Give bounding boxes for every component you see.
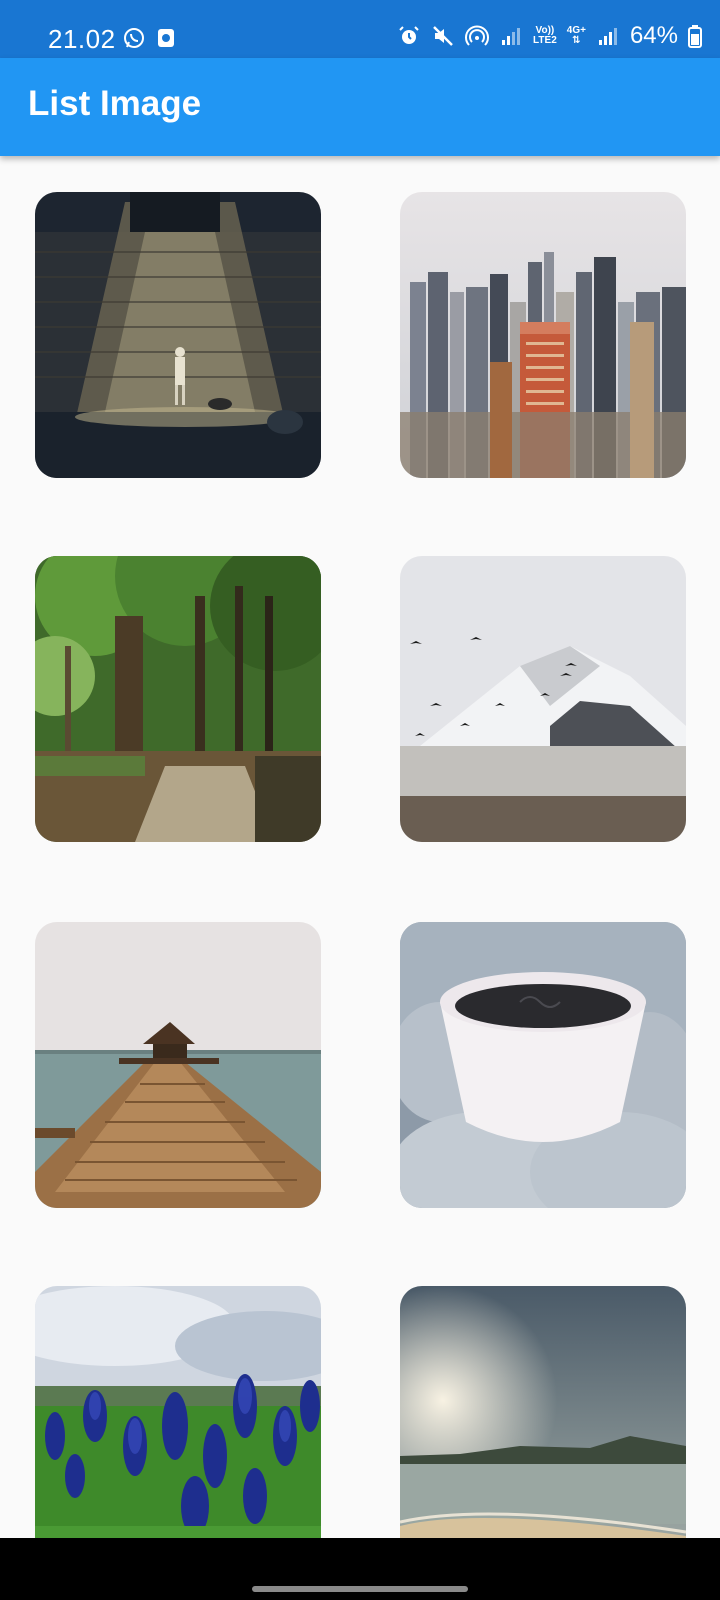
gesture-handle[interactable] (252, 1586, 468, 1592)
data-arrows-icon: ⇅ (572, 35, 581, 46)
battery-icon (688, 24, 702, 48)
network-bottom: LTE2 (533, 35, 557, 46)
image-tile[interactable] (35, 1286, 321, 1538)
image-tile[interactable] (35, 556, 321, 842)
network-gen-badge: 4G+ ⇅ (567, 26, 586, 46)
signal-icon (596, 24, 620, 48)
whatsapp-icon (122, 26, 146, 50)
status-left-icons (122, 26, 178, 50)
signal-icon (499, 24, 523, 48)
status-right: Vo)) LTE2 4G+ ⇅ 64% (397, 22, 702, 50)
alarm-icon (397, 24, 421, 48)
image-tile[interactable] (400, 556, 686, 842)
image-tile[interactable] (35, 192, 321, 478)
hotspot-icon (465, 24, 490, 48)
status-time: 21.02 (48, 24, 116, 54)
battery-percent: 64% (629, 22, 678, 49)
mute-icon (431, 24, 455, 48)
image-tile[interactable] (400, 1286, 686, 1538)
image-tile[interactable] (400, 192, 686, 478)
image-tile[interactable] (35, 922, 321, 1208)
network-badge: Vo)) LTE2 (533, 26, 557, 46)
status-bar: 21.02 Vo)) LTE2 4G+ ⇅ 64% (0, 0, 720, 58)
app-bar: List Image (0, 58, 720, 156)
page-title: List Image (28, 84, 202, 123)
image-tile[interactable] (400, 922, 686, 1208)
notification-icon (154, 26, 178, 50)
image-grid[interactable] (0, 156, 720, 1538)
